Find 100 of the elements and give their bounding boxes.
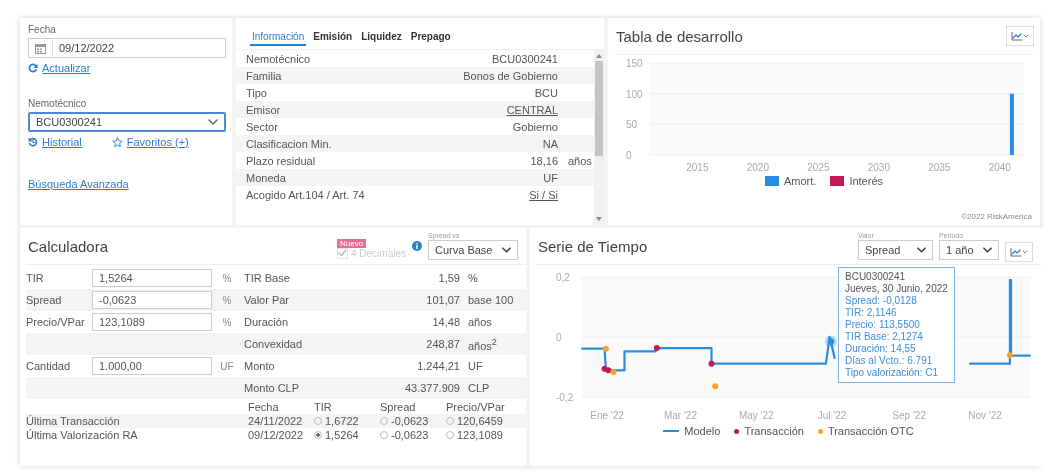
- column-header: TIR: [314, 401, 333, 413]
- option-value: 123,1089: [457, 429, 503, 441]
- result-value: 43.377.909: [403, 382, 460, 394]
- chevron-icon: [917, 247, 926, 253]
- axis-label: 2025: [807, 162, 830, 173]
- axis-label: 150: [626, 58, 643, 69]
- chart-type-button[interactable]: [1006, 26, 1034, 46]
- table-cell-text: 24/11/2022: [248, 415, 304, 427]
- input-unit: UF: [219, 360, 235, 372]
- scrollbar[interactable]: [594, 50, 604, 225]
- info-value-link[interactable]: Si / Si: [529, 188, 558, 201]
- panel-title: Serie de Tiempo: [538, 237, 648, 255]
- info-value-link[interactable]: CENTRAL: [506, 103, 558, 116]
- axis-label: 50: [626, 119, 638, 131]
- info-label: Sector: [246, 120, 279, 133]
- instrument-label: Nemotécnico: [28, 98, 87, 109]
- info-icon[interactable]: [412, 241, 422, 251]
- result-label: TIR Base: [243, 272, 291, 284]
- scroll-up-icon[interactable]: [596, 54, 602, 58]
- value-select[interactable]: Spread: [858, 240, 933, 260]
- line-chart-icon: [1011, 31, 1029, 41]
- result-value: 14,48: [431, 316, 460, 328]
- result-value: 248,87: [425, 338, 460, 350]
- info-value: UF: [543, 171, 558, 184]
- tooltip-line: Precio: 113,5500: [845, 319, 921, 331]
- column-header: Spread: [380, 401, 417, 413]
- info-value: NA: [542, 137, 558, 150]
- history-link[interactable]: Historial: [42, 136, 82, 148]
- result-unit: base 100: [467, 294, 515, 306]
- result-unit: años: [467, 316, 493, 328]
- axis-label: Jul '22: [817, 410, 847, 421]
- data-point: [602, 345, 609, 352]
- info-label: Clasificacion Min.: [246, 137, 333, 150]
- scroll-thumb[interactable]: [595, 61, 603, 156]
- info-label: Plazo residual: [246, 154, 317, 167]
- axis-label: -0,2: [556, 392, 574, 403]
- result-value: 1,59: [437, 272, 460, 284]
- axis-label: 100: [626, 88, 643, 100]
- result-unit: años$^{2}$: [467, 336, 498, 352]
- input-field[interactable]: -0,0623: [92, 291, 212, 309]
- refresh-icon[interactable]: [28, 63, 38, 73]
- axis-label: 0: [626, 150, 632, 161]
- legend-label[interactable]: Transacción OTC: [827, 425, 914, 437]
- legend-label[interactable]: Amort.: [783, 175, 817, 187]
- tooltip-title: BCU0300241: [845, 271, 907, 283]
- result-value: 1.244,21: [416, 360, 460, 372]
- spread-vs-select[interactable]: Curva Base: [428, 240, 518, 260]
- legend-label[interactable]: Interés: [849, 175, 883, 187]
- chevron-icon: [502, 247, 511, 253]
- legend-label[interactable]: Modelo: [684, 425, 721, 437]
- date-field[interactable]: 09/12/2022: [28, 38, 226, 58]
- column-header: Precio/VPar: [446, 401, 506, 413]
- panel-title: Calculadora: [28, 237, 109, 255]
- info-value: BCU: [534, 86, 558, 99]
- info-tab[interactable]: Prepago: [408, 30, 453, 46]
- info-tab[interactable]: Liquidez: [359, 30, 404, 46]
- star-icon[interactable]: [111, 136, 123, 148]
- bar: [1009, 93, 1014, 155]
- history-icon[interactable]: [28, 137, 38, 147]
- input-field[interactable]: 1,5264: [92, 269, 212, 287]
- result-value: 101,07: [425, 294, 460, 306]
- result-label: Monto CLP: [243, 382, 301, 394]
- row-label: Última Valorización RA: [26, 429, 139, 441]
- input-field[interactable]: 123,1089: [92, 313, 212, 331]
- data-point: [653, 345, 660, 352]
- refresh-link[interactable]: Actualizar: [42, 62, 91, 74]
- table-cell-text: 09/12/2022: [248, 429, 305, 441]
- info-tab[interactable]: Información: [250, 30, 307, 46]
- result-label: Duración: [243, 316, 290, 328]
- instrument-select[interactable]: BCU0300241: [28, 112, 226, 132]
- result-unit: UF: [467, 360, 484, 372]
- radio-button[interactable]: [314, 431, 322, 439]
- chart-type-button[interactable]: [1005, 242, 1033, 262]
- axis-label: 0,2: [556, 272, 570, 283]
- option-value: -0,0623: [391, 429, 429, 441]
- info-label: Acogido Art.104 / Art. 74: [246, 188, 366, 201]
- data-point: [708, 360, 715, 367]
- tooltip-line: TIR: 2,1146: [845, 307, 898, 319]
- tooltip-date: Jueves, 30 Junio, 2022: [845, 283, 948, 295]
- advanced-search-link[interactable]: Búsqueda Avanzada: [28, 178, 129, 190]
- input-field[interactable]: 1.000,00: [92, 357, 212, 375]
- data-point: [712, 383, 719, 390]
- axis-label: 0: [556, 332, 562, 343]
- axis-label: 2040: [988, 162, 1011, 173]
- info-label: Emisor: [246, 103, 282, 116]
- info-tab[interactable]: Emisión: [311, 30, 355, 46]
- scroll-down-icon[interactable]: [596, 217, 602, 221]
- period-select[interactable]: 1 año: [939, 240, 999, 260]
- legend-label[interactable]: Transacción: [744, 425, 804, 437]
- option-value: -0,0623: [391, 415, 429, 427]
- result-label: Monto: [243, 360, 276, 372]
- panel-title: Tabla de desarrollo: [616, 27, 743, 45]
- input-label: Precio/VPar: [26, 316, 86, 328]
- info-value: BCU0300241: [491, 52, 558, 65]
- result-unit: CLP: [467, 382, 491, 394]
- new-badge: Nuevo: [336, 239, 367, 248]
- tooltip-line: TIR Base: 2,1274: [845, 331, 924, 343]
- info-label: Tipo: [246, 86, 268, 99]
- axis-label: Ene '22: [590, 410, 624, 421]
- favorites-link[interactable]: Favoritos (+): [126, 136, 189, 148]
